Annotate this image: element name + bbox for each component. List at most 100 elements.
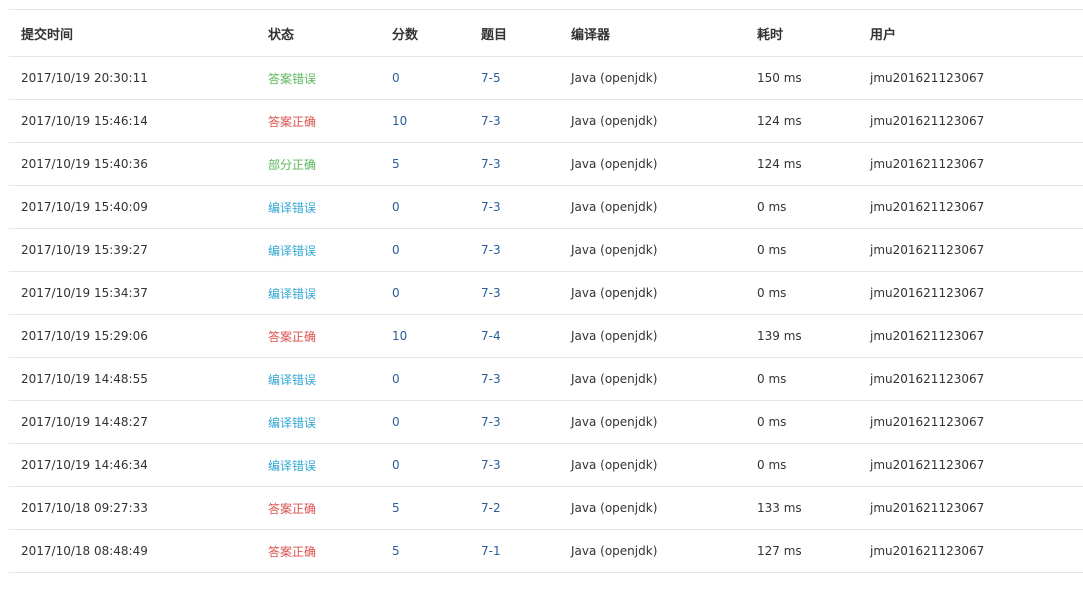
problem-link-container: 7-2 — [469, 486, 559, 530]
compiler-cell: Java (openjdk) — [571, 243, 658, 257]
status-link[interactable]: 答案正确 — [268, 545, 316, 559]
status-link-container: 答案正确 — [256, 529, 380, 573]
table-body: 2017/10/19 20:30:11 答案错误 0 7-5 Java (openjdk… — [9, 56, 1083, 573]
submit-time-cell: 2017/10/18 09:27:33 — [21, 501, 148, 515]
submit-time-cell: 2017/10/19 14:46:34 — [21, 458, 148, 472]
score-cell: 0 — [392, 458, 400, 472]
compiler-cell-container: Java (openjdk) — [559, 271, 745, 315]
problem-link[interactable]: 7-3 — [481, 114, 501, 128]
table-row: 2017/10/19 15:39:27 编译错误 0 7-3 Java (openjdk… — [9, 228, 1083, 272]
problem-link[interactable]: 7-2 — [481, 501, 501, 515]
table-row: 2017/10/19 15:46:14 答案正确 10 7-3 Java (openjd… — [9, 99, 1083, 143]
user-cell: jmu201621123067 — [870, 329, 985, 343]
time-cost-cell: 0 ms — [757, 372, 787, 386]
score-cell: 10 — [392, 114, 408, 128]
status-link[interactable]: 编译错误 — [268, 201, 316, 215]
time-cost-cell: 124 ms — [757, 157, 802, 171]
status-link[interactable]: 部分正确 — [268, 158, 316, 172]
header-user: 用户 — [858, 10, 1083, 57]
time-cost-cell-container: 133 ms — [745, 486, 858, 530]
header-problem: 题目 — [469, 10, 559, 57]
submit-time-cell: 2017/10/19 15:40:09 — [21, 200, 148, 214]
time-cost-cell: 133 ms — [757, 501, 802, 515]
status-link-container: 答案错误 — [256, 56, 380, 100]
submit-time-cell-container: 2017/10/18 09:27:33 — [9, 486, 256, 530]
problem-link[interactable]: 7-3 — [481, 372, 501, 386]
score-cell: 0 — [392, 415, 400, 429]
problem-link[interactable]: 7-4 — [481, 329, 501, 343]
submit-time-cell: 2017/10/19 14:48:27 — [21, 415, 148, 429]
status-link-container: 答案正确 — [256, 99, 380, 143]
problem-link[interactable]: 7-3 — [481, 243, 501, 257]
status-link-container: 部分正确 — [256, 142, 380, 186]
score-cell-container: 10 — [380, 314, 469, 358]
score-cell-container: 0 — [380, 357, 469, 401]
time-cost-cell-container: 0 ms — [745, 228, 858, 272]
user-cell: jmu201621123067 — [870, 372, 985, 386]
score-cell-container: 5 — [380, 142, 469, 186]
status-link[interactable]: 编译错误 — [268, 373, 316, 387]
submit-time-cell-container: 2017/10/19 14:48:27 — [9, 400, 256, 444]
header-submit-time: 提交时间 — [9, 10, 256, 57]
problem-link[interactable]: 7-3 — [481, 200, 501, 214]
score-cell: 0 — [392, 200, 400, 214]
time-cost-cell-container: 124 ms — [745, 142, 858, 186]
table-row: 2017/10/19 15:40:09 编译错误 0 7-3 Java (openjdk… — [9, 185, 1083, 229]
problem-link-container: 7-3 — [469, 185, 559, 229]
header-status: 状态 — [256, 10, 380, 57]
user-cell-container: jmu201621123067 — [858, 443, 1083, 487]
status-link[interactable]: 编译错误 — [268, 459, 316, 473]
status-link-container: 答案正确 — [256, 314, 380, 358]
time-cost-cell: 139 ms — [757, 329, 802, 343]
compiler-cell-container: Java (openjdk) — [559, 56, 745, 100]
problem-link-container: 7-3 — [469, 271, 559, 315]
problem-link[interactable]: 7-3 — [481, 157, 501, 171]
time-cost-cell-container: 127 ms — [745, 529, 858, 573]
compiler-cell-container: Java (openjdk) — [559, 357, 745, 401]
problem-link-container: 7-3 — [469, 99, 559, 143]
submit-time-cell: 2017/10/19 15:29:06 — [21, 329, 148, 343]
compiler-cell: Java (openjdk) — [571, 415, 658, 429]
user-cell: jmu201621123067 — [870, 243, 985, 257]
table-row: 2017/10/19 15:34:37 编译错误 0 7-3 Java (openjdk… — [9, 271, 1083, 315]
score-cell-container: 0 — [380, 185, 469, 229]
user-cell: jmu201621123067 — [870, 200, 985, 214]
compiler-cell: Java (openjdk) — [571, 286, 658, 300]
problem-link[interactable]: 7-1 — [481, 544, 501, 558]
submit-time-cell: 2017/10/19 15:40:36 — [21, 157, 148, 171]
problem-link[interactable]: 7-3 — [481, 286, 501, 300]
user-cell: jmu201621123067 — [870, 458, 985, 472]
header-compiler: 编译器 — [559, 10, 745, 57]
time-cost-cell-container: 0 ms — [745, 400, 858, 444]
status-link-container: 编译错误 — [256, 271, 380, 315]
problem-link[interactable]: 7-3 — [481, 415, 501, 429]
table-row: 2017/10/19 20:30:11 答案错误 0 7-5 Java (openjdk… — [9, 56, 1083, 100]
compiler-cell: Java (openjdk) — [571, 157, 658, 171]
status-link[interactable]: 答案错误 — [268, 72, 316, 86]
submit-time-cell: 2017/10/19 14:48:55 — [21, 372, 148, 386]
status-link[interactable]: 答案正确 — [268, 330, 316, 344]
submit-time-cell: 2017/10/19 15:39:27 — [21, 243, 148, 257]
score-cell-container: 0 — [380, 56, 469, 100]
status-link[interactable]: 编译错误 — [268, 244, 316, 258]
table-row: 2017/10/18 08:48:49 答案正确 5 7-1 Java (openjdk… — [9, 529, 1083, 573]
table-row: 2017/10/19 15:40:36 部分正确 5 7-3 Java (openjdk… — [9, 142, 1083, 186]
status-link[interactable]: 编译错误 — [268, 287, 316, 301]
user-cell: jmu201621123067 — [870, 157, 985, 171]
compiler-cell: Java (openjdk) — [571, 544, 658, 558]
problem-link[interactable]: 7-5 — [481, 71, 501, 85]
submit-time-cell: 2017/10/19 20:30:11 — [21, 71, 148, 85]
submit-time-cell-container: 2017/10/19 15:39:27 — [9, 228, 256, 272]
time-cost-cell: 0 ms — [757, 415, 787, 429]
problem-link[interactable]: 7-3 — [481, 458, 501, 472]
score-cell: 0 — [392, 71, 400, 85]
user-cell-container: jmu201621123067 — [858, 486, 1083, 530]
status-link[interactable]: 答案正确 — [268, 115, 316, 129]
status-link[interactable]: 答案正确 — [268, 502, 316, 516]
status-link[interactable]: 编译错误 — [268, 416, 316, 430]
problem-link-container: 7-3 — [469, 357, 559, 401]
score-cell: 0 — [392, 372, 400, 386]
score-cell-container: 0 — [380, 271, 469, 315]
header-score: 分数 — [380, 10, 469, 57]
compiler-cell: Java (openjdk) — [571, 200, 658, 214]
